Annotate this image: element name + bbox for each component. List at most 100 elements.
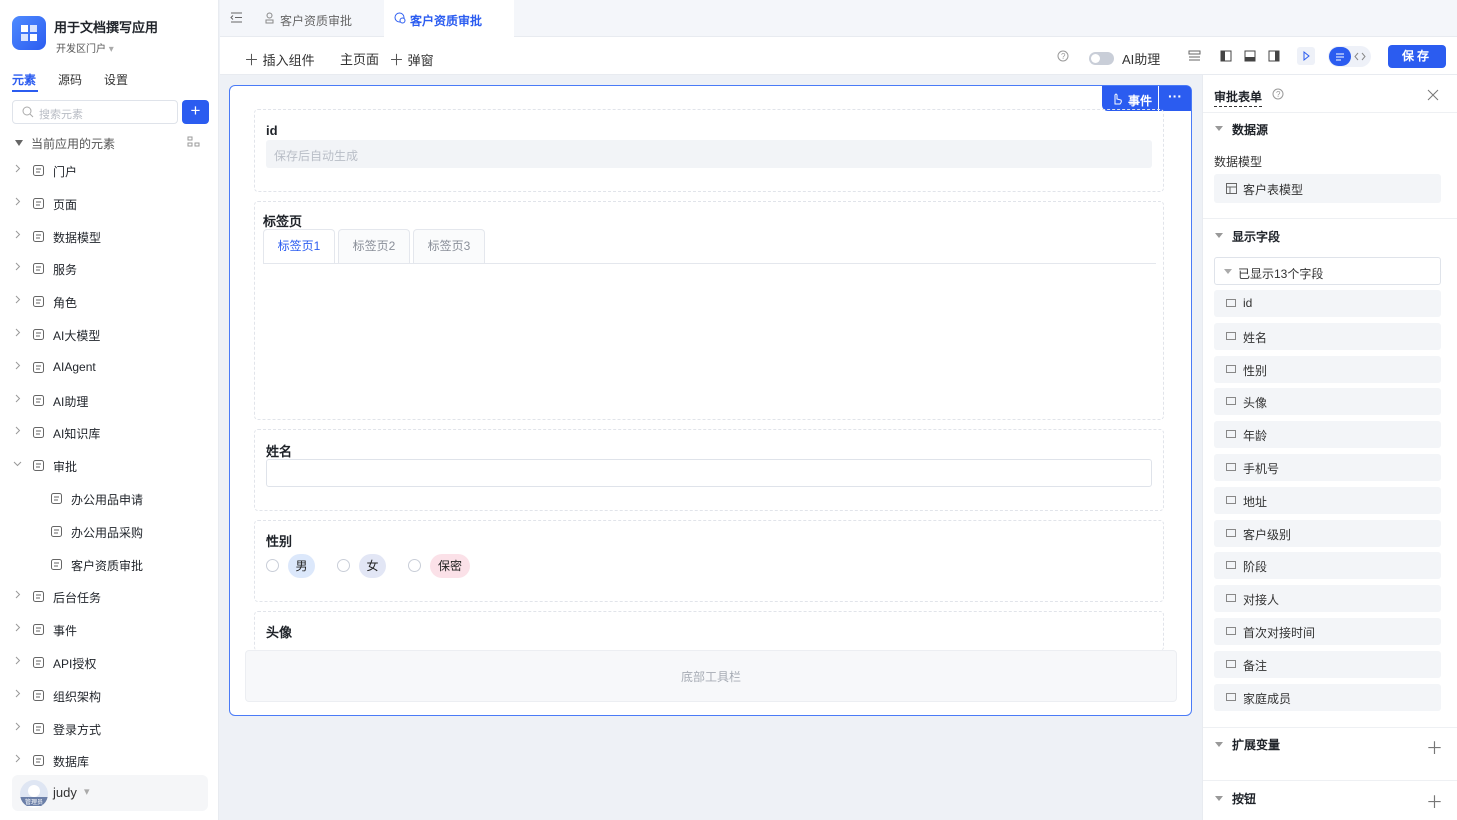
chevron-right-icon[interactable] (13, 295, 22, 304)
chevron-right-icon[interactable] (13, 262, 22, 271)
caret-down-icon[interactable] (1215, 742, 1223, 748)
sidebar-item[interactable]: 页面 (0, 189, 219, 219)
tree-view-icon[interactable] (187, 136, 201, 148)
help-icon[interactable]: ? (1057, 50, 1069, 62)
tab-source[interactable]: 源码 (58, 71, 82, 88)
fields-dropdown[interactable]: 已显示13个字段 (1214, 257, 1441, 285)
tabs-field[interactable]: 标签页 标签页1 标签页2 标签页3 (254, 201, 1164, 420)
design-mode-icon[interactable] (1329, 47, 1351, 66)
code-mode-icon[interactable] (1354, 51, 1366, 62)
sidebar-item[interactable]: 门户 (0, 156, 219, 186)
sidebar-item[interactable]: AI大模型 (0, 320, 219, 350)
chevron-right-icon[interactable] (13, 328, 22, 337)
caret-down-icon[interactable] (1215, 126, 1223, 132)
tab-elements[interactable]: 元素 (12, 71, 36, 88)
gender-radio-female[interactable] (337, 559, 350, 572)
chevron-right-icon[interactable] (13, 656, 22, 665)
chevron-right-icon[interactable] (13, 623, 22, 632)
field-row[interactable]: 阶段 (1214, 552, 1441, 580)
user-menu[interactable]: 管理员 judy ▾ (12, 775, 208, 811)
tab-1[interactable]: 标签页1 (263, 229, 335, 264)
chevron-right-icon[interactable] (13, 722, 22, 731)
env-selector[interactable]: 开发区门户 ▾ (56, 40, 114, 55)
sidebar-item[interactable]: API授权 (0, 648, 219, 678)
chevron-right-icon[interactable] (13, 230, 22, 239)
caret-down-icon[interactable] (14, 139, 24, 147)
more-options-button[interactable]: ··· (1159, 86, 1191, 111)
insert-component-button[interactable]: ＋ 插入组件 (244, 49, 315, 70)
gender-radio-male[interactable] (266, 559, 279, 572)
add-var-button[interactable]: ＋ (1426, 734, 1443, 759)
field-row[interactable]: 对接人 (1214, 585, 1441, 613)
chevron-right-icon[interactable] (13, 394, 22, 403)
role-badge: 管理员 (20, 797, 48, 806)
help-icon[interactable]: ? (1272, 88, 1284, 100)
sidebar-item[interactable]: 角色 (0, 287, 219, 317)
sidebar-item[interactable]: 办公用品申请 (0, 484, 219, 514)
field-row[interactable]: 客户级别 (1214, 519, 1441, 547)
caret-down-icon[interactable] (1215, 796, 1223, 802)
approval-form-canvas[interactable]: 事件 ··· id 保存后自动生成 标签页 标签页1 标签页2 标签页3 姓名 … (229, 85, 1192, 716)
field-row[interactable]: 备注 (1214, 650, 1441, 678)
gender-field[interactable]: 性别 男 女 保密 (254, 520, 1164, 602)
save-button[interactable]: 保存 (1388, 45, 1446, 68)
sidebar-item[interactable]: AI助理 (0, 386, 219, 416)
view-mode-switch[interactable] (1328, 46, 1371, 67)
sidebar-item[interactable]: 客户资质审批 (0, 550, 219, 580)
gender-radio-secret[interactable] (408, 559, 421, 572)
tab-customer-approval-1[interactable]: 客户资质审批 (254, 0, 382, 37)
chevron-right-icon[interactable] (13, 426, 22, 435)
chevron-right-icon[interactable] (13, 689, 22, 698)
field-row[interactable]: 地址 (1214, 486, 1441, 514)
collapse-sidebar-icon[interactable] (230, 12, 243, 23)
sidebar-item[interactable]: 登录方式 (0, 714, 219, 744)
chevron-right-icon[interactable] (13, 197, 22, 206)
ai-assistant-toggle[interactable] (1089, 52, 1114, 65)
model-selector[interactable]: 客户表模型 (1214, 174, 1441, 203)
field-row[interactable]: 姓名 (1214, 322, 1441, 350)
sidebar-item[interactable]: AIAgent (0, 353, 219, 383)
sidebar-item[interactable]: 事件 (0, 615, 219, 645)
sidebar-item[interactable]: 后台任务 (0, 582, 219, 612)
close-icon[interactable] (1427, 89, 1439, 101)
chevron-down-icon[interactable] (13, 459, 22, 468)
field-row[interactable]: 头像 (1214, 388, 1441, 416)
add-button-button[interactable]: ＋ (1426, 788, 1443, 813)
chevron-right-icon[interactable] (13, 164, 22, 173)
name-field[interactable]: 姓名 (254, 429, 1164, 511)
avatar-field[interactable]: 头像 (254, 611, 1164, 651)
sidebar-item[interactable]: 审批 (0, 451, 219, 481)
id-field[interactable]: id 保存后自动生成 (254, 109, 1164, 192)
sidebar-item[interactable]: 数据模型 (0, 222, 219, 252)
field-row[interactable]: 家庭成员 (1214, 683, 1441, 711)
sidebar-item[interactable]: 数据库 (0, 746, 219, 776)
sidebar-item[interactable]: 组织架构 (0, 681, 219, 711)
right-panel-icon[interactable] (1268, 50, 1280, 62)
field-row[interactable]: 手机号 (1214, 454, 1441, 481)
preview-play-icon[interactable] (1297, 47, 1315, 65)
field-row[interactable]: 年龄 (1214, 421, 1441, 449)
left-panel-icon[interactable] (1220, 50, 1232, 62)
chevron-right-icon[interactable] (13, 361, 22, 370)
bottom-panel-icon[interactable] (1244, 50, 1256, 62)
field-row[interactable]: 首次对接时间 (1214, 618, 1441, 645)
name-input[interactable] (266, 459, 1152, 487)
chevron-right-icon[interactable] (13, 590, 22, 599)
add-element-button[interactable]: + (182, 100, 209, 124)
sidebar-item[interactable]: 办公用品采购 (0, 517, 219, 547)
sidebar-item[interactable]: 服务 (0, 254, 219, 284)
chevron-right-icon[interactable] (13, 754, 22, 763)
layout-icon[interactable] (1188, 50, 1201, 62)
main-page-button[interactable]: 主页面 (340, 49, 379, 68)
field-row[interactable]: 性别 (1214, 355, 1441, 383)
caret-down-icon[interactable] (1215, 233, 1223, 239)
field-row[interactable]: id (1214, 290, 1441, 317)
popup-button[interactable]: ＋ 弹窗 (389, 49, 434, 70)
search-input[interactable]: 搜索元素 (12, 100, 178, 124)
event-button[interactable]: 事件 (1102, 86, 1158, 111)
tab-settings[interactable]: 设置 (104, 71, 128, 88)
tab-2[interactable]: 标签页2 (338, 229, 410, 263)
tab-3[interactable]: 标签页3 (413, 229, 485, 263)
tab-customer-approval-2[interactable]: 客户资质审批 (384, 0, 514, 37)
sidebar-item[interactable]: AI知识库 (0, 418, 219, 448)
